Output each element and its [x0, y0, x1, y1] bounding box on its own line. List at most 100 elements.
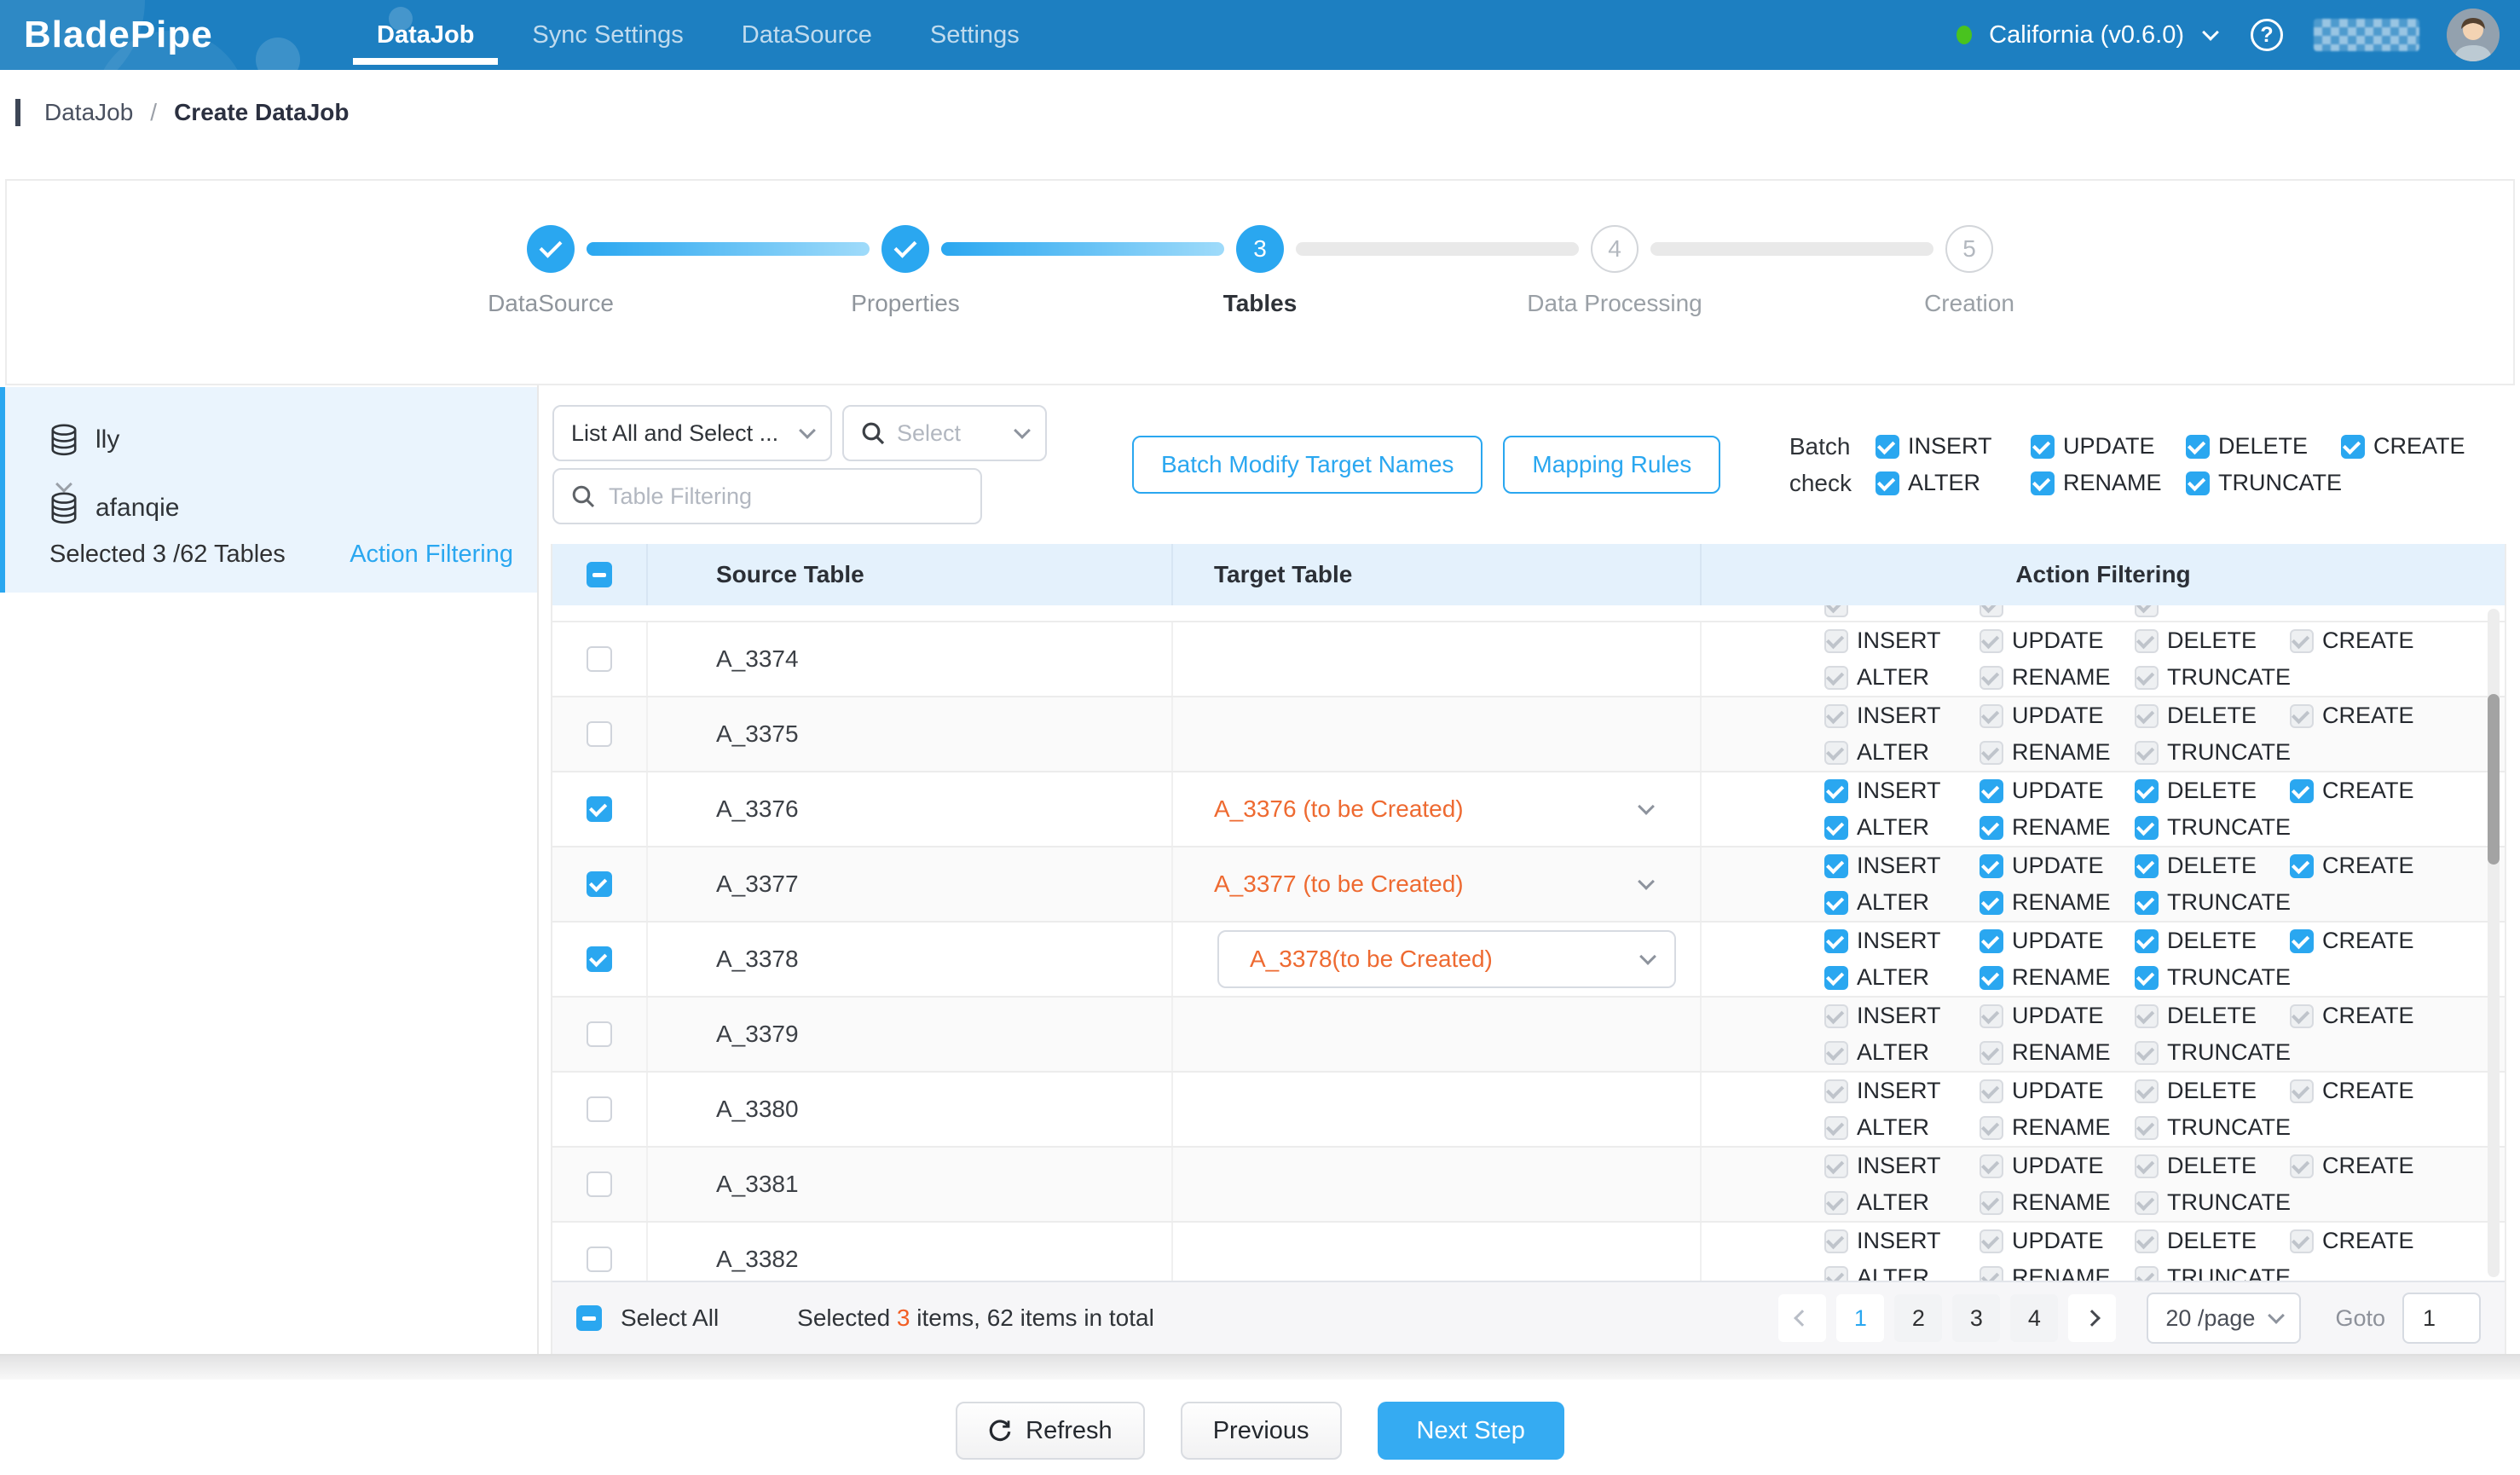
row-select-checkbox[interactable] [587, 721, 612, 747]
action-checkbox-delete[interactable] [2135, 779, 2159, 803]
action-checkbox-alter[interactable] [1824, 816, 1848, 840]
table-select[interactable]: Select [842, 405, 1047, 461]
step-data-processing[interactable]: 4Data Processing [1591, 225, 1639, 273]
row-select-checkbox[interactable] [587, 646, 612, 672]
select-page-checkbox[interactable] [587, 562, 612, 587]
table-header: Source Table Target Table Action Filteri… [552, 544, 2505, 605]
batch-modify-target-names-button[interactable]: Batch Modify Target Names [1132, 436, 1483, 494]
batch-action-checkbox-delete[interactable] [2186, 435, 2210, 459]
action-checkbox-rename[interactable] [1980, 966, 2003, 990]
action-label-alter: ALTER [1857, 889, 1929, 916]
row-select-checkbox[interactable] [587, 871, 612, 897]
nav-tab-sync-settings[interactable]: Sync Settings [503, 0, 712, 70]
action-checkbox-create[interactable] [2290, 854, 2314, 878]
action-label-rename: RENAME [2012, 814, 2111, 841]
action-checkbox-alter[interactable] [1824, 966, 1848, 990]
row-select-checkbox[interactable] [587, 1096, 612, 1122]
select-all-checkbox[interactable] [576, 1305, 602, 1331]
action-grid: INSERTUPDATEDELETECREATEALTERRENAMETRUNC… [1824, 1003, 2445, 1066]
action-checkbox-truncate[interactable] [2135, 966, 2159, 990]
mapping-rules-button[interactable]: Mapping Rules [1503, 436, 1720, 494]
refresh-button[interactable]: Refresh [956, 1402, 1145, 1460]
page-size-select[interactable]: 20 /page [2147, 1293, 2301, 1344]
help-icon[interactable]: ? [2251, 19, 2283, 51]
chevron-down-icon [1014, 422, 1031, 439]
row-select-checkbox[interactable] [587, 946, 612, 972]
chevron-down-icon [2269, 1307, 2286, 1324]
batch-action-checkbox-truncate[interactable] [2186, 471, 2210, 495]
batch-action-checkbox-update[interactable] [2031, 435, 2055, 459]
action-label-create: CREATE [2322, 853, 2414, 879]
action-filtering-link[interactable]: Action Filtering [350, 541, 513, 569]
action-checkbox-insert[interactable] [1824, 779, 1848, 803]
schema-pair-item-selected[interactable]: lly afanqie Selected 3 /62 [0, 387, 537, 593]
nav-tab-datasource[interactable]: DataSource [713, 0, 901, 70]
action-checkbox-rename [1980, 1041, 2003, 1065]
nav-tab-settings[interactable]: Settings [901, 0, 1049, 70]
batch-action-checkbox-rename[interactable] [2031, 471, 2055, 495]
target-table-select[interactable]: A_3377 (to be Created) [1214, 871, 1700, 898]
action-filtering-cell: INSERTUPDATEDELETECREATEALTERRENAMETRUNC… [1702, 1148, 2505, 1221]
action-alter: ALTER [1824, 814, 1980, 841]
action-checkbox-create[interactable] [2290, 779, 2314, 803]
chevron-down-icon [1638, 798, 1655, 815]
env-selector[interactable]: California (v0.6.0) [1989, 21, 2184, 49]
row-select-checkbox[interactable] [587, 1171, 612, 1197]
action-truncate: TRUNCATE [2135, 1264, 2290, 1281]
step-properties[interactable]: Properties [881, 225, 929, 273]
next-step-button[interactable]: Next Step [1378, 1402, 1564, 1460]
action-checkbox-create[interactable] [2290, 929, 2314, 953]
breadcrumb-datajob[interactable]: DataJob [44, 99, 133, 126]
page-button-1[interactable]: 1 [1836, 1294, 1884, 1342]
action-checkbox-truncate[interactable] [2135, 816, 2159, 840]
step-connector [941, 242, 1224, 256]
action-checkbox-delete[interactable] [2135, 854, 2159, 878]
action-checkbox-alter[interactable] [1824, 891, 1848, 915]
vertical-scrollbar[interactable] [2488, 609, 2500, 1277]
action-delete: DELETE [2135, 853, 2290, 879]
scrollbar-thumb[interactable] [2488, 694, 2500, 865]
action-checkbox-delete[interactable] [2135, 929, 2159, 953]
nav-tab-datajob[interactable]: DataJob [348, 0, 503, 70]
action-checkbox-truncate[interactable] [2135, 891, 2159, 915]
batch-action-checkbox-insert[interactable] [1876, 435, 1899, 459]
step-datasource[interactable]: DataSource [527, 225, 575, 273]
batch-action-checkbox-create[interactable] [2341, 435, 2365, 459]
goto-page-input[interactable]: 1 [2402, 1293, 2481, 1344]
avatar[interactable] [2447, 9, 2500, 61]
prev-page-button[interactable] [1778, 1294, 1826, 1342]
action-label-insert: INSERT [1857, 628, 1941, 654]
action-create: CREATE [2290, 1003, 2445, 1029]
row-select-checkbox[interactable] [587, 1021, 612, 1047]
step-tables[interactable]: 3Tables [1236, 225, 1284, 273]
page-button-2[interactable]: 2 [1894, 1294, 1942, 1342]
page-button-3[interactable]: 3 [1952, 1294, 2000, 1342]
action-checkbox-delete [2135, 1154, 2159, 1178]
action-checkbox-insert[interactable] [1824, 929, 1848, 953]
next-page-button[interactable] [2068, 1294, 2116, 1342]
action-checkbox-truncate [2135, 1266, 2159, 1281]
page-button-4[interactable]: 4 [2010, 1294, 2058, 1342]
list-mode-select[interactable]: List All and Select ... [552, 405, 832, 461]
target-table-select[interactable]: A_3376 (to be Created) [1214, 795, 1700, 823]
selection-summary: Selected 3 /62 Tables [49, 541, 286, 569]
action-checkbox-insert[interactable] [1824, 854, 1848, 878]
row-select-checkbox[interactable] [587, 1247, 612, 1272]
action-create: CREATE [2290, 1153, 2445, 1179]
table-filter-input[interactable]: Table Filtering [552, 468, 982, 524]
target-table-select[interactable]: A_3378(to be Created) [1217, 930, 1676, 988]
action-checkbox-update[interactable] [1980, 779, 2003, 803]
action-checkbox-rename[interactable] [1980, 891, 2003, 915]
batch-action-checkbox-alter[interactable] [1876, 471, 1899, 495]
step-creation[interactable]: 5Creation [1945, 225, 1993, 273]
action-grid: INSERTUPDATEDELETECREATEALTERRENAMETRUNC… [1824, 1078, 2445, 1141]
row-select-checkbox[interactable] [587, 796, 612, 822]
chevron-down-icon[interactable] [2202, 24, 2219, 41]
action-checkbox-update[interactable] [1980, 929, 2003, 953]
action-checkbox-update[interactable] [1980, 854, 2003, 878]
action-checkbox-rename[interactable] [1980, 816, 2003, 840]
action-label-rename: RENAME [2012, 1189, 2111, 1216]
previous-button[interactable]: Previous [1181, 1402, 1342, 1460]
action-rename: RENAME [1980, 1189, 2135, 1216]
action-grid: INSERTUPDATEDELETECREATEALTERRENAMETRUNC… [1824, 703, 2445, 766]
